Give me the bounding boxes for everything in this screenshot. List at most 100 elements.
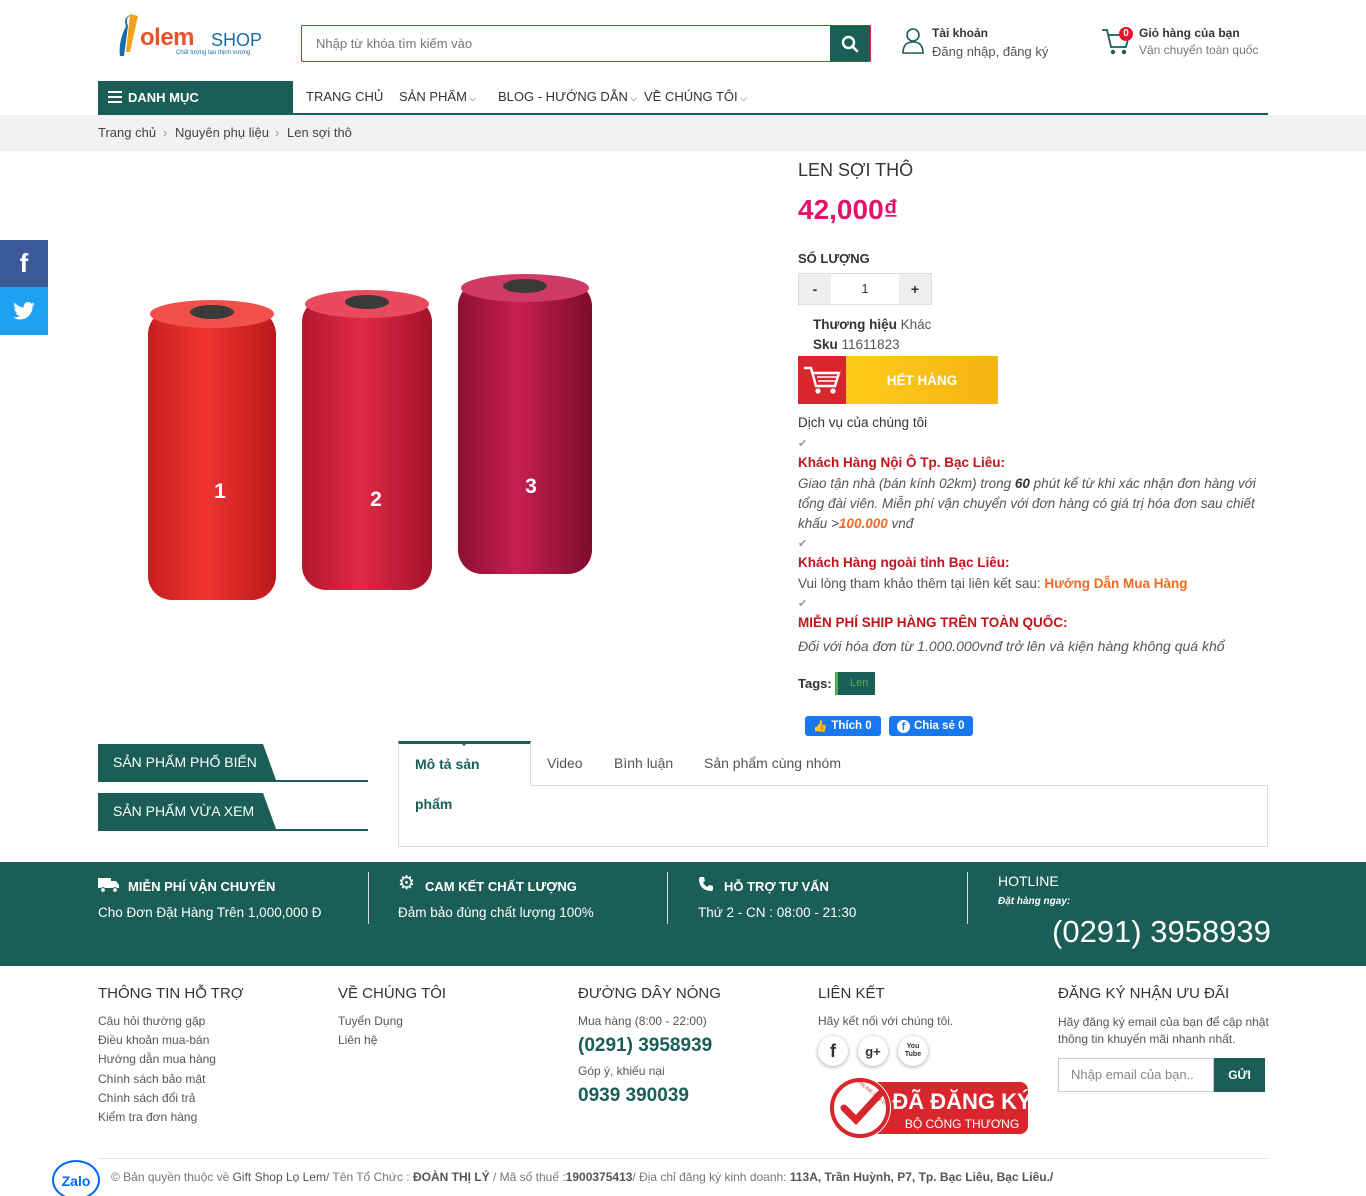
badge-main-text: ĐÃ ĐĂNG KÝ	[892, 1089, 1030, 1114]
footer-link-faq[interactable]: Câu hỏi thường gặp	[98, 1014, 205, 1028]
service-local-minutes: 60	[1014, 476, 1030, 491]
breadcrumb-separator: ›	[275, 125, 280, 140]
yarn-spool-1	[148, 300, 276, 600]
tab-active-indicator	[459, 741, 469, 746]
facebook-icon[interactable]: f	[818, 1036, 848, 1066]
footer-buy-number[interactable]: (0291) 3958939	[578, 1035, 712, 1057]
phone-icon	[699, 877, 713, 891]
tab-panel	[398, 785, 1268, 847]
recent-products-heading: SẢN PHẨM VỪA XEM	[98, 793, 276, 829]
popular-products-heading: SẢN PHẨM PHỔ BIẾN	[98, 744, 276, 780]
service-local-text-3: vnđ	[887, 516, 914, 531]
buying-guide-link[interactable]: Hướng Dẫn Mua Hàng	[1044, 576, 1187, 591]
copyright-shop: Gift Shop Lọ Lem	[232, 1170, 326, 1184]
chevron-down-icon: ⌵	[737, 93, 747, 103]
cart-subtitle: Vận chuyển toàn quốc	[1139, 43, 1259, 57]
quantity-stepper: - 1 +	[798, 273, 932, 305]
spool-number-1: 1	[214, 480, 226, 503]
feature-free-shipping-title: MIỄN PHÍ VẬN CHUYỂN	[128, 879, 276, 894]
user-icon[interactable]	[902, 27, 924, 54]
quantity-input[interactable]: 1	[831, 274, 899, 304]
footer-link-returns[interactable]: Chính sách đổi trả	[98, 1091, 195, 1105]
newsletter-submit-button[interactable]: GỬI	[1214, 1058, 1265, 1092]
tag-len[interactable]: Len	[835, 672, 875, 695]
service-local-heading: Khách Hàng Nội Ô Tp. Bạc Liêu:	[798, 455, 1006, 470]
tab-video[interactable]: Video	[531, 741, 599, 786]
breadcrumb-separator: ›	[163, 125, 168, 140]
search-icon	[841, 35, 859, 52]
footer-about-heading: VỀ CHÚNG TÔI	[338, 985, 447, 1002]
cart-title[interactable]: Giỏ hàng của bạn	[1139, 26, 1240, 40]
tab-comments[interactable]: Bình luận	[598, 741, 689, 786]
facebook-icon: f	[897, 719, 910, 733]
search-button[interactable]	[830, 26, 870, 61]
footer-link-privacy[interactable]: Chính sách bảo mật	[98, 1072, 205, 1086]
quantity-decrease-button[interactable]: -	[799, 274, 831, 304]
feature-quality-title: CAM KẾT CHẤT LƯỢNG	[425, 879, 577, 894]
brand-value: Khác	[900, 317, 932, 332]
buy-button[interactable]: HẾT HÀNG	[798, 356, 998, 404]
tags-label: Tags:	[798, 676, 832, 691]
footer-link-contact[interactable]: Liên hệ	[338, 1033, 377, 1047]
category-menu-button[interactable]: DANH MỤC	[98, 81, 293, 113]
nav-about[interactable]: VỀ CHÚNG TÔI ⌵	[644, 89, 747, 104]
logo-brand[interactable]: olem	[140, 24, 195, 52]
quantity-label: SỐ LƯỢNG	[798, 251, 870, 266]
brand-label: Thương hiệu	[813, 317, 897, 332]
brand-info: Thương hiệu Khác	[813, 317, 931, 332]
category-menu-label: DANH MỤC	[128, 89, 199, 105]
tab-description[interactable]: Mô tả sản phẩm	[398, 741, 531, 812]
footer-link-guide[interactable]: Hướng dẫn mua hàng	[98, 1052, 216, 1066]
facebook-like-button[interactable]: 👍 Thích 0	[805, 716, 881, 736]
recent-products-box[interactable]: SẢN PHẨM VỪA XEM	[98, 793, 368, 831]
cart-count-badge: 0	[1119, 27, 1133, 41]
footer-link-order-check[interactable]: Kiểm tra đơn hàng	[98, 1110, 197, 1124]
footer-link-careers[interactable]: Tuyển Dụng	[338, 1014, 403, 1028]
service-local-text: Giao tận nhà (bán kính 02km) trong 60 ph…	[798, 474, 1260, 534]
copyright-org-label: / Tên Tổ Chức :	[325, 1170, 413, 1184]
popular-products-box[interactable]: SẢN PHẨM PHỔ BIẾN	[98, 744, 368, 782]
copyright-org: ĐOÀN THỊ LÝ	[412, 1170, 490, 1184]
zalo-chat-button[interactable]: Zalo	[52, 1160, 100, 1196]
nav-products[interactable]: SẢN PHẨM ⌵	[399, 89, 476, 104]
facebook-icon: f	[19, 248, 29, 278]
quantity-increase-button[interactable]: +	[899, 274, 931, 304]
breadcrumb-category[interactable]: Nguyên phụ liệu	[175, 125, 269, 140]
service-free-ship-heading: MIỄN PHÍ SHIP HÀNG TRÊN TOÀN QUỐC:	[798, 615, 1068, 630]
footer-support-heading: THÔNG TIN HỖ TRỢ	[98, 985, 244, 1002]
check-icon: ✔	[798, 598, 808, 610]
youtube-icon[interactable]: You Tube	[898, 1036, 928, 1066]
facebook-share-count-button[interactable]: f Chia sẻ 0	[889, 716, 973, 736]
account-title[interactable]: Tài khoản	[932, 26, 988, 40]
product-tabs: Mô tả sản phẩm Video Bình luận Sản phẩm …	[398, 741, 1268, 812]
nav-products-label: SẢN PHẨM	[399, 89, 467, 104]
spool-number-3: 3	[525, 475, 537, 498]
account-login-link[interactable]: Đăng nhập, đăng ký	[932, 44, 1048, 59]
footer-hotline-heading: ĐƯỜNG DÂY NÓNG	[578, 985, 721, 1002]
check-icon: ✔	[798, 538, 808, 550]
hotline-title: HOTLINE	[998, 873, 1059, 889]
hotline-number[interactable]: (0291) 3958939	[1052, 914, 1271, 950]
google-plus-icon[interactable]: g+	[858, 1036, 888, 1066]
twitter-share-button[interactable]	[0, 287, 48, 335]
tab-related[interactable]: Sản phẩm cùng nhóm	[688, 741, 857, 786]
product-image[interactable]: 1 2 3	[130, 270, 620, 620]
copyright-addr: 113A, Trần Huỳnh, P7, Tp. Bạc Liêu, Bạc …	[789, 1170, 1054, 1184]
newsletter-email-input[interactable]: Nhập email của bạn..	[1058, 1058, 1214, 1092]
service-outer-text-body: Vui lòng tham khảo thêm tại liên kết sau…	[798, 576, 1045, 591]
registered-bct-badge[interactable]: ONLINE.GOV.VN ĐÃ ĐĂNG KÝ BỘ CÔNG THƯƠNG	[826, 1076, 1030, 1140]
services-title: Dịch vụ của chúng tôi	[798, 415, 928, 430]
footer-links-text: Hãy kết nối với chúng tôi.	[818, 1014, 954, 1028]
footer-link-terms[interactable]: Điều khoản mua-bán	[98, 1033, 209, 1047]
service-local-text-1: Giao tận nhà (bán kính 02km) trong	[798, 476, 1015, 491]
facebook-share-button[interactable]: f	[0, 240, 48, 287]
nav-blog[interactable]: BLOG - HƯỚNG DẪN ⌵	[498, 89, 637, 104]
footer-links-heading: LIÊN KẾT	[818, 985, 885, 1002]
nav-about-label: VỀ CHÚNG TÔI	[644, 89, 738, 104]
search-input[interactable]	[302, 26, 830, 61]
nav-home[interactable]: TRANG CHỦ	[306, 89, 383, 104]
breadcrumb-home[interactable]: Trang chủ	[98, 125, 156, 140]
chevron-down-icon: ⌵	[627, 93, 638, 103]
copyright-divider	[98, 1158, 1268, 1159]
footer-complain-number[interactable]: 0939 390039	[578, 1085, 689, 1107]
